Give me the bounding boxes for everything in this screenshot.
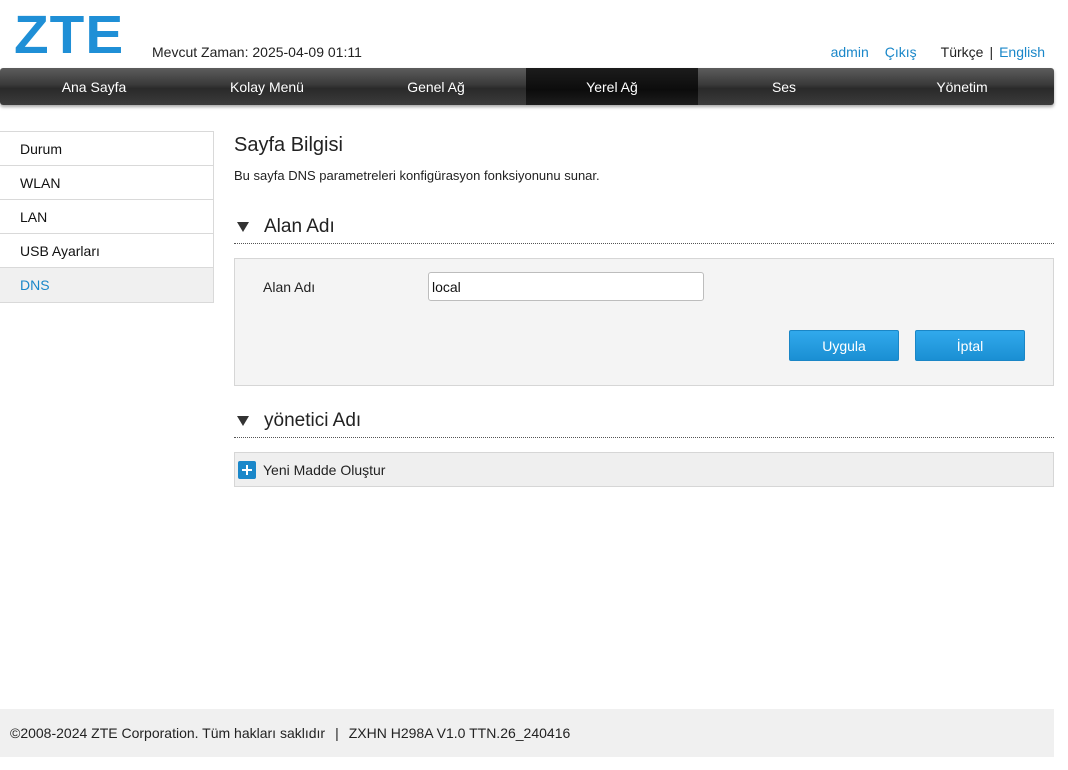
top-links: admin Çıkış Türkçe | English xyxy=(831,44,1045,60)
section-admin-title: yönetici Adı xyxy=(264,409,362,431)
sidebar-item-lan[interactable]: LAN xyxy=(0,200,213,234)
page-title: Sayfa Bilgisi xyxy=(234,134,343,156)
lang-current: Türkçe xyxy=(940,44,984,60)
header: ZTE Mevcut Zaman: 2025-04-09 01:11 admin… xyxy=(0,0,1068,68)
lang-separator: | xyxy=(989,44,994,60)
sidebar: Durum WLAN LAN USB Ayarları DNS xyxy=(0,131,214,303)
domain-field-label: Alan Adı xyxy=(263,279,316,295)
nav-yonetim[interactable]: Yönetim xyxy=(870,68,1054,105)
user-link[interactable]: admin xyxy=(831,44,869,60)
footer: ©2008-2024 ZTE Corporation. Tüm hakları … xyxy=(0,709,1054,757)
nav-ses[interactable]: Ses xyxy=(698,68,870,105)
sidebar-item-durum[interactable]: Durum xyxy=(0,132,213,166)
section-domain-title: Alan Adı xyxy=(264,215,335,237)
nav-kolay-menu[interactable]: Kolay Menü xyxy=(188,68,346,105)
current-time: Mevcut Zaman: 2025-04-09 01:11 xyxy=(152,44,362,60)
main-nav: Ana Sayfa Kolay Menü Genel Ağ Yerel Ağ S… xyxy=(0,68,1054,105)
nav-ana-sayfa[interactable]: Ana Sayfa xyxy=(0,68,188,105)
section-domain-header[interactable]: Alan Adı xyxy=(234,210,1054,244)
footer-separator: | xyxy=(335,725,339,741)
create-new-item-label: Yeni Madde Oluştur xyxy=(263,461,386,478)
nav-genel-ag[interactable]: Genel Ağ xyxy=(346,68,526,105)
page-description: Bu sayfa DNS parametreleri konfigürasyon… xyxy=(234,168,600,183)
nav-yerel-ag[interactable]: Yerel Ağ xyxy=(526,68,698,105)
logout-link[interactable]: Çıkış xyxy=(885,44,917,60)
create-new-item-button[interactable]: Yeni Madde Oluştur xyxy=(234,452,1054,487)
lang-english-link[interactable]: English xyxy=(999,44,1045,60)
footer-version: ZXHN H298A V1.0 TTN.26_240416 xyxy=(348,725,571,741)
cancel-button[interactable]: İptal xyxy=(915,330,1025,361)
sidebar-item-dns[interactable]: DNS xyxy=(0,268,213,302)
triangle-down-icon[interactable] xyxy=(237,221,249,232)
zte-logo: ZTE xyxy=(14,5,125,65)
apply-button[interactable]: Uygula xyxy=(789,330,899,361)
triangle-down-icon[interactable] xyxy=(237,415,249,426)
section-admin-header[interactable]: yönetici Adı xyxy=(234,404,1054,438)
footer-copyright: ©2008-2024 ZTE Corporation. Tüm hakları … xyxy=(10,725,326,741)
domain-input[interactable] xyxy=(428,272,704,301)
domain-panel: Alan Adı Uygula İptal xyxy=(234,258,1054,386)
plus-icon[interactable] xyxy=(238,460,256,479)
sidebar-item-usb[interactable]: USB Ayarları xyxy=(0,234,213,268)
sidebar-item-wlan[interactable]: WLAN xyxy=(0,166,213,200)
